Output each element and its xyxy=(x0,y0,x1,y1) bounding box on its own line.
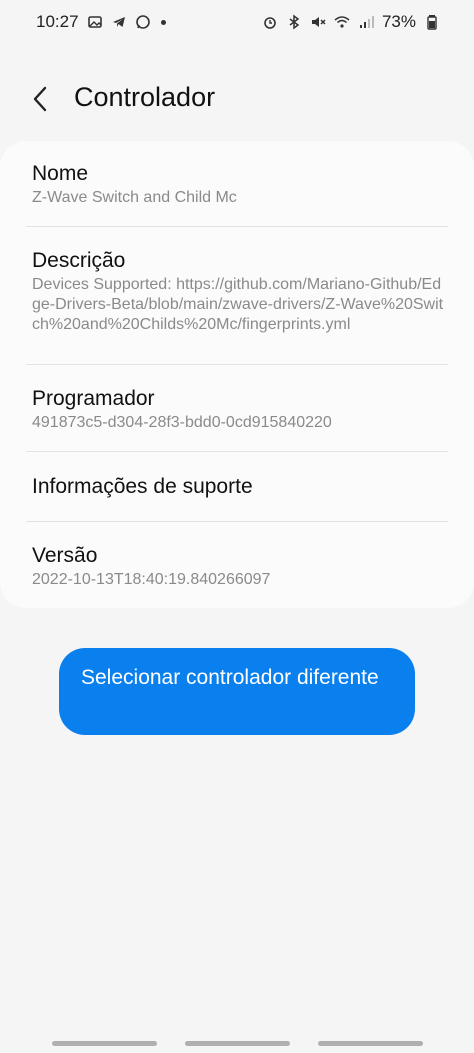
select-different-driver-button[interactable]: Selecionar controlador diferente xyxy=(59,648,415,735)
status-left: 10:27 xyxy=(36,12,166,32)
nav-handle-right[interactable] xyxy=(318,1041,423,1046)
header: Controlador xyxy=(0,72,474,124)
page-title: Controlador xyxy=(74,82,216,112)
version-item: Versão 2022-10-13T18:40:19.840266097 xyxy=(32,543,448,590)
nav-handle-center[interactable] xyxy=(185,1041,290,1046)
description-item: Descrição Devices Supported: https://git… xyxy=(32,248,448,335)
status-time: 10:27 xyxy=(36,12,79,31)
signal-icon xyxy=(358,14,374,30)
chevron-left-icon xyxy=(33,86,47,112)
mute-icon xyxy=(310,14,326,30)
divider xyxy=(26,521,448,522)
battery-icon xyxy=(424,14,440,30)
support-info-item[interactable]: Informações de suporte xyxy=(32,474,448,500)
version-value: 2022-10-13T18:40:19.840266097 xyxy=(32,571,271,588)
gallery-icon xyxy=(87,14,103,30)
developer-item: Programador 491873c5-d304-28f3-bdd0-0cd9… xyxy=(32,386,448,433)
driver-details-card: Nome Z-Wave Switch and Child Mc Descriçã… xyxy=(0,141,474,608)
version-label: Versão xyxy=(32,544,98,567)
gesture-nav-bar xyxy=(0,1041,474,1047)
developer-value: 491873c5-d304-28f3-bdd0-0cd915840220 xyxy=(32,414,332,431)
telegram-icon xyxy=(111,14,127,30)
description-value: Devices Supported: https://github.com/Ma… xyxy=(32,276,444,333)
status-bar: 10:27 73% xyxy=(0,0,474,44)
more-notifications-icon xyxy=(160,19,166,25)
nav-handle-left[interactable] xyxy=(52,1041,157,1046)
name-label: Nome xyxy=(32,162,89,185)
name-item: Nome Z-Wave Switch and Child Mc xyxy=(32,161,448,208)
bluetooth-icon xyxy=(286,14,302,30)
divider xyxy=(26,226,448,227)
status-right: 73% xyxy=(262,12,440,32)
divider xyxy=(26,451,448,452)
description-label: Descrição xyxy=(32,249,126,272)
battery-percentage: 73% xyxy=(381,12,416,31)
divider xyxy=(26,364,448,365)
back-button[interactable] xyxy=(26,84,56,114)
whatsapp-icon xyxy=(135,14,151,30)
support-info-label: Informações de suporte xyxy=(32,475,253,498)
wifi-icon xyxy=(334,14,350,30)
developer-label: Programador xyxy=(32,387,155,410)
alarm-icon xyxy=(262,14,278,30)
name-value: Z-Wave Switch and Child Mc xyxy=(32,189,237,206)
